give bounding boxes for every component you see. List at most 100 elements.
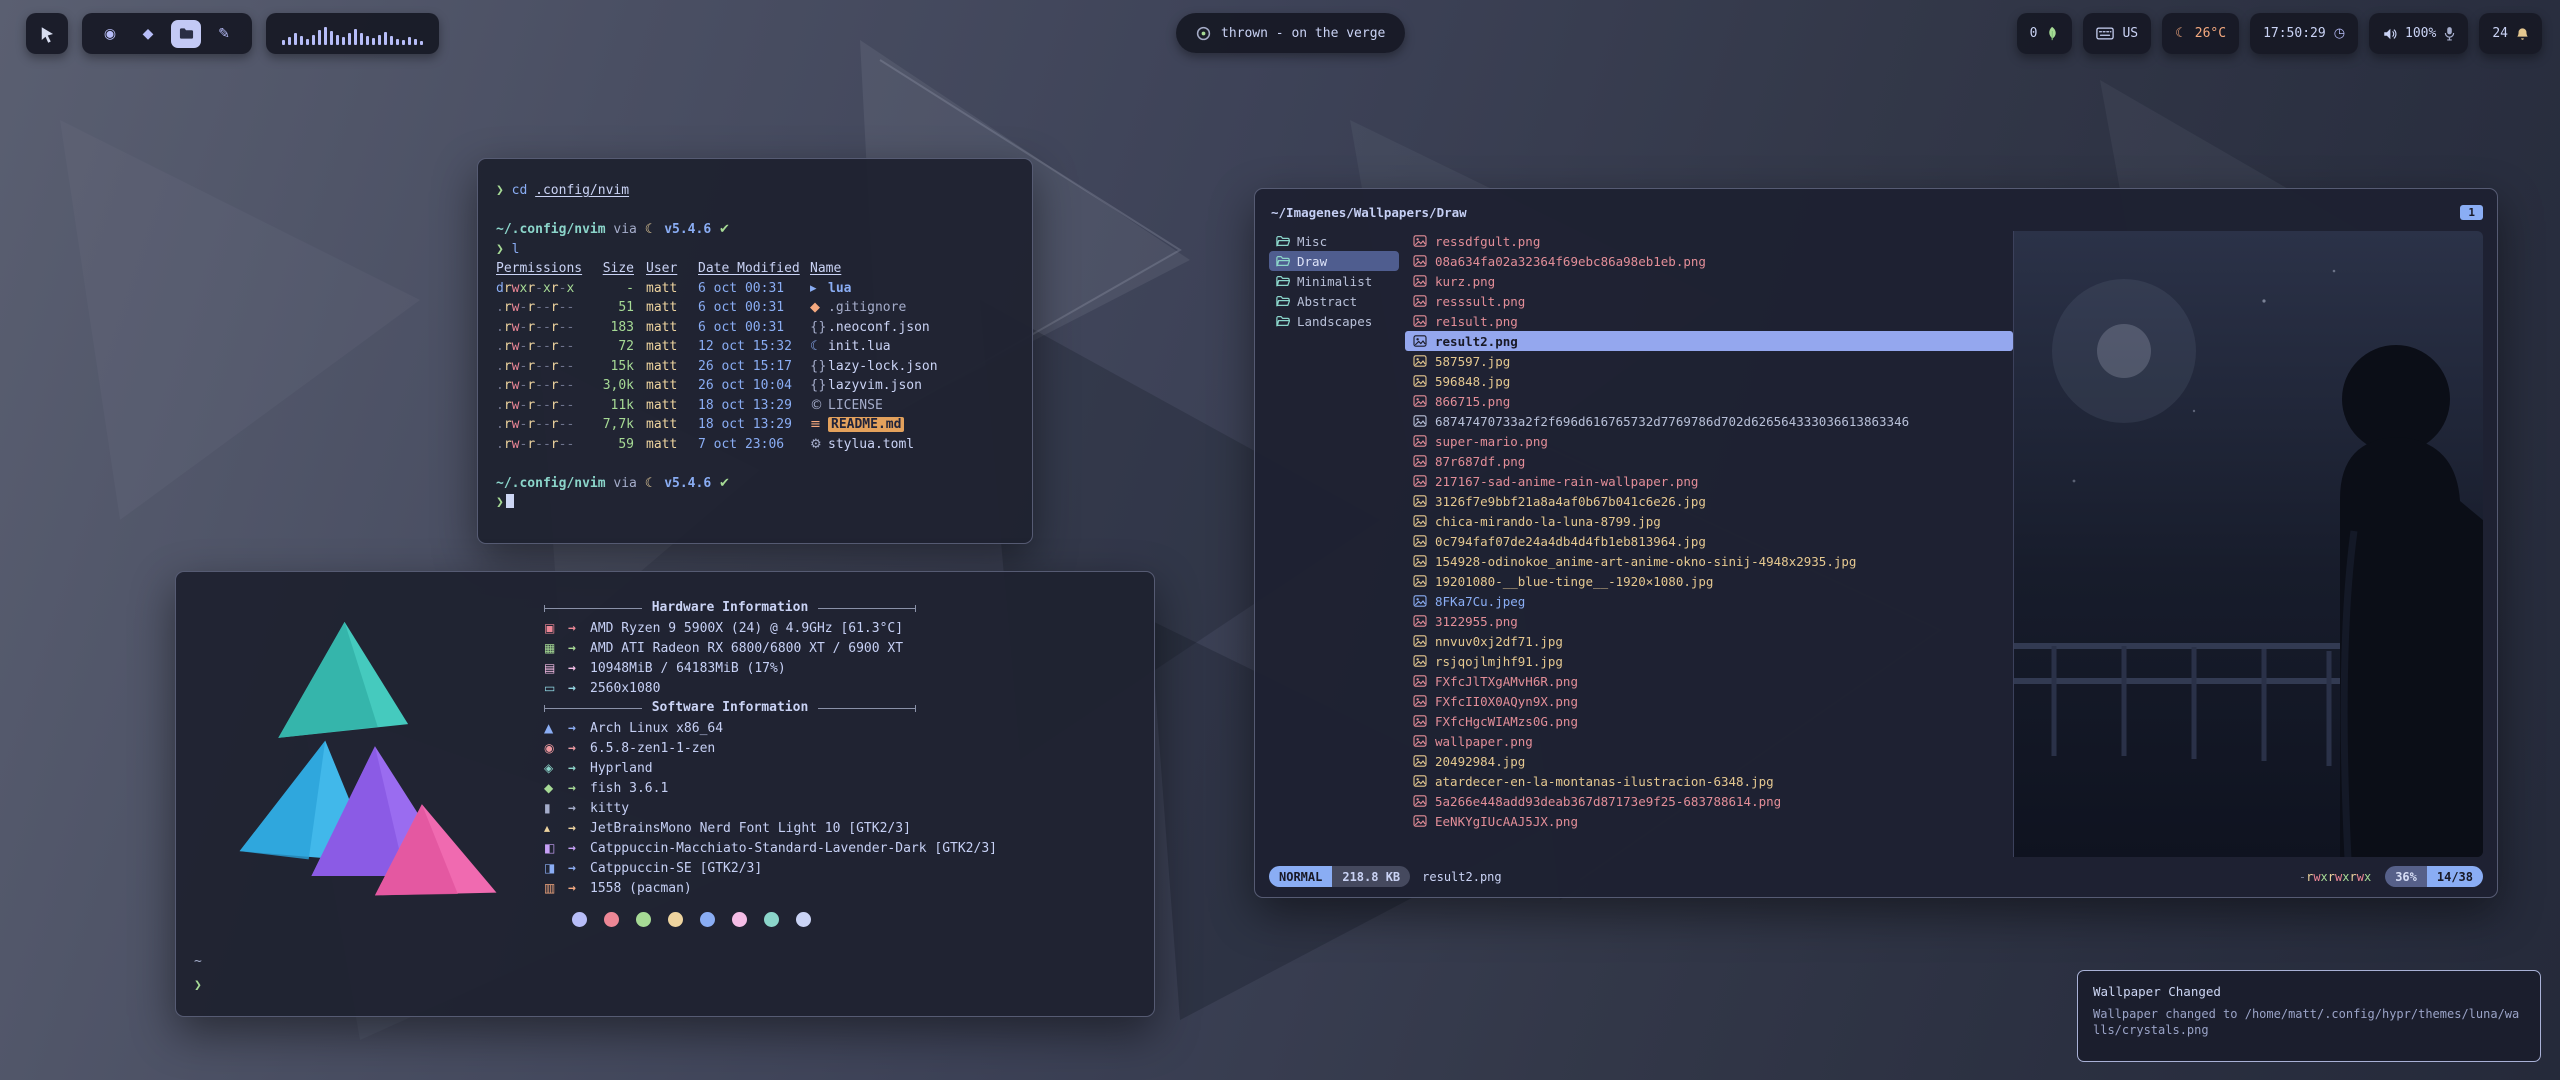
file-item[interactable]: FXfcJlTXgAMvH6R.png [1405, 671, 2013, 691]
arrow-icon: → [568, 679, 590, 699]
image-icon [1413, 395, 1427, 407]
file-item[interactable]: resssult.png [1405, 291, 2013, 311]
file-name: 217167-sad-anime-rain-wallpaper.png [1435, 474, 1698, 489]
file-item[interactable]: 08a634fa02a32364f69ebc86a98eb1eb.png [1405, 251, 2013, 271]
file-item[interactable]: 68747470733a2f2f696d616765732d7769786d70… [1405, 411, 2013, 431]
file-name: kurz.png [1435, 274, 1495, 289]
file-date: 6 oct 00:31 [698, 279, 810, 299]
file-name-cell: {}.neoconf.json [810, 318, 930, 338]
notification-title: Wallpaper Changed [2093, 984, 2525, 999]
image-icon [1413, 635, 1427, 647]
file-name: 596848.jpg [1435, 374, 1510, 389]
launcher-button[interactable] [26, 13, 68, 54]
info-value: 1558 (pacman) [590, 879, 692, 899]
sidebar-folder[interactable]: Minimalist [1269, 271, 1399, 291]
folder-name: Abstract [1297, 294, 1357, 309]
info-line: ▤ → 10948MiB / 64183MiB (17%) [544, 658, 1132, 678]
palette-dot [604, 912, 619, 927]
section-title: Hardware Information [642, 598, 819, 618]
file-item[interactable]: atardecer-en-la-montanas-ilustracion-634… [1405, 771, 2013, 791]
file-owner: matt [646, 435, 688, 455]
image-icon [1413, 695, 1427, 707]
file-item[interactable]: 87r687df.png [1405, 451, 2013, 471]
workspace-1[interactable]: ◉ [95, 20, 125, 48]
file-item[interactable]: wallpaper.png [1405, 731, 2013, 751]
permissions: .rw-r--r-- [496, 415, 588, 435]
file-item[interactable]: 3122955.png [1405, 611, 2013, 631]
file-row: .rw-r--r-- 183 matt 6 oct 00:31 {}.neoco… [496, 318, 1014, 338]
workspace-2[interactable]: ◆ [133, 20, 163, 48]
bell-icon [2516, 27, 2529, 41]
wm-icon: ◈ [544, 758, 568, 778]
file-size: 72 [588, 337, 634, 357]
keyboard-module[interactable]: US [2083, 13, 2151, 54]
image-icon [1413, 475, 1427, 487]
info-value: Catppuccin-Macchiato-Standard-Lavender-D… [590, 839, 997, 859]
command: cd [512, 183, 528, 198]
file-item[interactable]: 217167-sad-anime-rain-wallpaper.png [1405, 471, 2013, 491]
file-name: 3126f7e9bbf21a8a4af0b67b041c6e26.jpg [1435, 494, 1706, 509]
file-item[interactable]: FXfcHgcWIAMzs0G.png [1405, 711, 2013, 731]
image-icon [1413, 375, 1427, 387]
workspace-4[interactable]: ✎ [209, 20, 239, 48]
clock-module[interactable]: 17:50:29 ◷ [2250, 13, 2358, 54]
notification-toast[interactable]: Wallpaper Changed Wallpaper changed to /… [2077, 970, 2541, 1062]
file-item[interactable]: chica-mirando-la-luna-8799.jpg [1405, 511, 2013, 531]
file-item[interactable]: 587597.jpg [1405, 351, 2013, 371]
image-icon [1413, 815, 1427, 827]
file-item[interactable]: ressdfgult.png [1405, 231, 2013, 251]
topbar: ◉ ◆ ✎ thrown - on the verge 0 [0, 0, 2560, 56]
tab-badge[interactable]: 1 [2460, 205, 2483, 220]
file-item[interactable]: 19201080-__blue-tinge__-1920×1080.jpg [1405, 571, 2013, 591]
info-value: 2560x1080 [590, 679, 660, 699]
media-title-module[interactable]: thrown - on the verge [1176, 13, 1405, 53]
sidebar-folder[interactable]: Misc [1269, 231, 1399, 251]
file-item[interactable]: 0c794faf07de24a4db4d4fb1eb813964.jpg [1405, 531, 2013, 551]
file-item[interactable]: rsjqojlmjhf91.jpg [1405, 651, 2013, 671]
visualizer-bar [306, 39, 309, 45]
info-value: kitty [590, 799, 629, 819]
check-icon: ✔ [719, 476, 730, 491]
microphone-icon [2444, 26, 2455, 41]
notification-body: Wallpaper changed to /home/matt/.config/… [2093, 1006, 2525, 1038]
image-icon [1413, 655, 1427, 667]
file-item[interactable]: nnvuv0xj2df71.jpg [1405, 631, 2013, 651]
clock-icon: ◷ [2334, 26, 2345, 41]
updates-module[interactable]: 0 [2017, 13, 2073, 54]
file-item[interactable]: 154928-odinokoe_anime-art-anime-okno-sin… [1405, 551, 2013, 571]
file-item[interactable]: 5a266e448add93deab367d87173e9f25-6837886… [1405, 791, 2013, 811]
file-item[interactable]: EeNKYgIUcAAJ5JX.png [1405, 811, 2013, 831]
volume-module[interactable]: 100% [2369, 13, 2468, 54]
workspace-3[interactable] [171, 20, 201, 48]
image-icon [1413, 335, 1427, 347]
file-item[interactable]: result2.png [1405, 331, 2013, 351]
file-name-cell: {}lazy-lock.json [810, 357, 938, 377]
file-owner: matt [646, 415, 688, 435]
visualizer-bar [300, 36, 303, 45]
notifications-module[interactable]: 24 [2479, 13, 2542, 54]
sidebar-folder[interactable]: Draw [1269, 251, 1399, 271]
file-item[interactable]: 3126f7e9bbf21a8a4af0b67b041c6e26.jpg [1405, 491, 2013, 511]
file-date: 7 oct 23:06 [698, 435, 810, 455]
file-item[interactable]: FXfcII0X0AQyn9X.png [1405, 691, 2013, 711]
section-header: Software Information [544, 698, 916, 718]
image-icon [1413, 795, 1427, 807]
file-item[interactable]: 8FKa7Cu.jpeg [1405, 591, 2013, 611]
weather-module[interactable]: ☾ 26°C [2162, 13, 2239, 54]
file-item[interactable]: re1sult.png [1405, 311, 2013, 331]
lua-icon: ☾ [810, 337, 828, 357]
file-name-cell: ≡README.md [810, 415, 904, 435]
visualizer-bar [330, 31, 333, 45]
prompt-symbol: ❯ [194, 976, 202, 996]
sidebar-folder[interactable]: Landscapes [1269, 311, 1399, 331]
file-item[interactable]: 596848.jpg [1405, 371, 2013, 391]
file-item[interactable]: 866715.png [1405, 391, 2013, 411]
image-icon [1413, 775, 1427, 787]
file-name: 8FKa7Cu.jpeg [1435, 594, 1525, 609]
file-item[interactable]: 20492984.jpg [1405, 751, 2013, 771]
file-size: 11k [588, 396, 634, 416]
file-item[interactable]: super-mario.png [1405, 431, 2013, 451]
sidebar-folder[interactable]: Abstract [1269, 291, 1399, 311]
lua-icon: ☾ [645, 222, 657, 237]
file-item[interactable]: kurz.png [1405, 271, 2013, 291]
